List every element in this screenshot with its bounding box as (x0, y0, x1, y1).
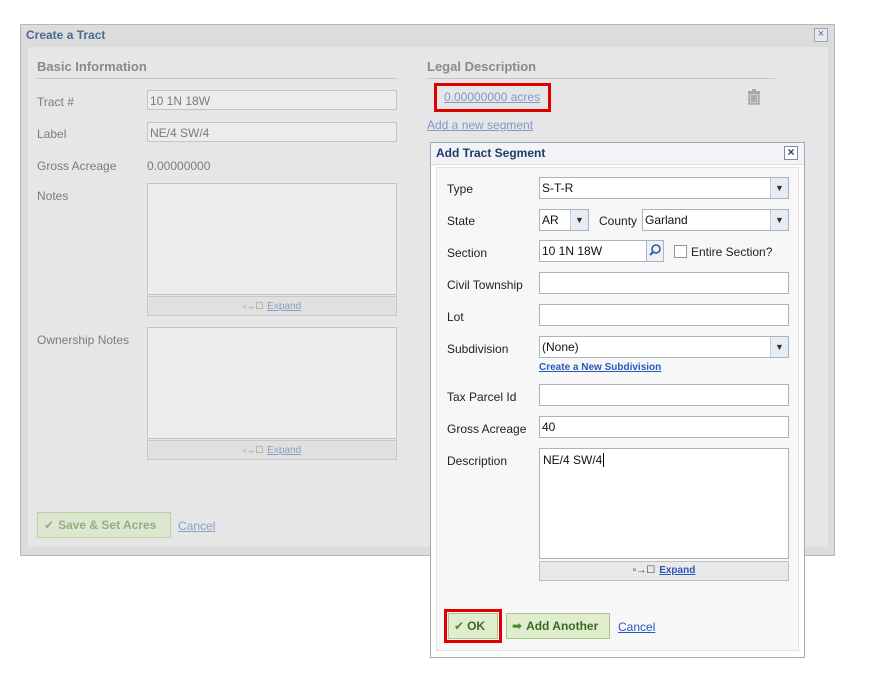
civil-township-input[interactable] (539, 272, 789, 294)
ownership-notes-label: Ownership Notes (37, 333, 130, 347)
tax-parcel-input[interactable] (539, 384, 789, 406)
subdivision-select[interactable]: (None) ▼ (539, 336, 789, 358)
tract-number-input[interactable]: 10 1N 18W (147, 90, 397, 110)
expand-icon: ▫→☐ (242, 301, 264, 311)
dialog-title: Add Tract Segment (431, 143, 804, 165)
cancel-link-background[interactable]: Cancel (178, 519, 215, 533)
description-expand-bar[interactable]: ▫→☐ Expand (539, 561, 789, 581)
basic-info-divider (37, 78, 397, 79)
text-cursor (603, 453, 605, 467)
create-subdivision-link[interactable]: Create a New Subdivision (539, 362, 661, 373)
state-value: AR (542, 213, 559, 227)
ok-label: OK (467, 619, 486, 633)
type-value: S-T-R (542, 181, 574, 195)
section-label: Section (447, 246, 488, 260)
segment-gross-acreage-input[interactable]: 40 (539, 416, 789, 438)
trash-icon[interactable] (747, 89, 761, 105)
tract-number-label: Tract # (37, 95, 74, 109)
ownership-expand-bar[interactable]: ▫→☐ Expand (147, 440, 397, 460)
expand-icon: ▫→☐ (632, 565, 656, 576)
arrow-right-icon: ➡ (512, 619, 523, 633)
civil-township-label: Civil Township (447, 278, 523, 292)
ownership-notes-textarea[interactable] (147, 327, 397, 439)
gross-acreage-value: 0.00000000 (147, 159, 211, 173)
ownership-expand-link[interactable]: Expand (267, 445, 301, 456)
notes-textarea[interactable] (147, 183, 397, 295)
entire-section-checkbox[interactable] (674, 245, 687, 258)
expand-icon: ▫→☐ (242, 445, 264, 455)
section-search-button[interactable] (646, 240, 664, 262)
description-textarea[interactable]: NE/4 SW/4 (539, 448, 789, 559)
segment-gross-acreage-label: Gross Acreage (447, 422, 527, 436)
save-set-acres-button[interactable]: ✔ Save & Set Acres (37, 512, 171, 538)
add-another-button[interactable]: ➡ Add Another (506, 613, 610, 639)
notes-expand-bar[interactable]: ▫→☐ Expand (147, 296, 397, 316)
notes-expand-link[interactable]: Expand (267, 301, 301, 312)
acres-link[interactable]: 0.00000000 acres (444, 90, 540, 104)
subdivision-value: (None) (542, 340, 579, 354)
checkmark-icon: ✔ (454, 619, 465, 633)
legal-description-divider (427, 78, 775, 79)
chevron-down-icon[interactable]: ▼ (570, 210, 588, 230)
add-segment-link[interactable]: Add a new segment (427, 118, 533, 132)
legal-description-heading: Legal Description (427, 59, 537, 74)
description-value: NE/4 SW/4 (543, 453, 603, 467)
tax-parcel-label: Tax Parcel Id (447, 390, 517, 404)
notes-label: Notes (37, 189, 69, 203)
chevron-down-icon[interactable]: ▼ (770, 178, 788, 198)
subdivision-label: Subdivision (447, 342, 509, 356)
dialog-close-icon[interactable]: × (784, 146, 798, 160)
label-input[interactable]: NE/4 SW/4 (147, 122, 397, 142)
cancel-link[interactable]: Cancel (618, 620, 655, 634)
window-close-icon[interactable]: × (814, 28, 828, 42)
county-label: County (599, 214, 638, 228)
type-label: Type (447, 182, 474, 196)
checkmark-icon: ✔ (44, 518, 55, 532)
basic-info-heading: Basic Information (37, 59, 147, 74)
lot-input[interactable] (539, 304, 789, 326)
description-label: Description (447, 454, 508, 468)
county-value: Garland (645, 213, 688, 227)
window-title: Create a Tract (26, 28, 106, 42)
gross-acreage-label: Gross Acreage (37, 159, 117, 173)
add-another-label: Add Another (526, 619, 599, 633)
label-field-label: Label (37, 127, 67, 141)
section-input[interactable]: 10 1N 18W (539, 240, 647, 262)
ok-button[interactable]: ✔ OK (448, 613, 498, 639)
description-expand-link[interactable]: Expand (659, 565, 695, 576)
state-label: State (447, 214, 476, 228)
chevron-down-icon[interactable]: ▼ (770, 210, 788, 230)
entire-section-label: Entire Section? (691, 245, 773, 259)
county-select[interactable]: Garland ▼ (642, 209, 789, 231)
chevron-down-icon[interactable]: ▼ (770, 337, 788, 357)
lot-label: Lot (447, 310, 464, 324)
save-set-acres-label: Save & Set Acres (58, 518, 157, 532)
search-icon (649, 244, 661, 256)
type-select[interactable]: S-T-R ▼ (539, 177, 789, 199)
state-select[interactable]: AR ▼ (539, 209, 589, 231)
